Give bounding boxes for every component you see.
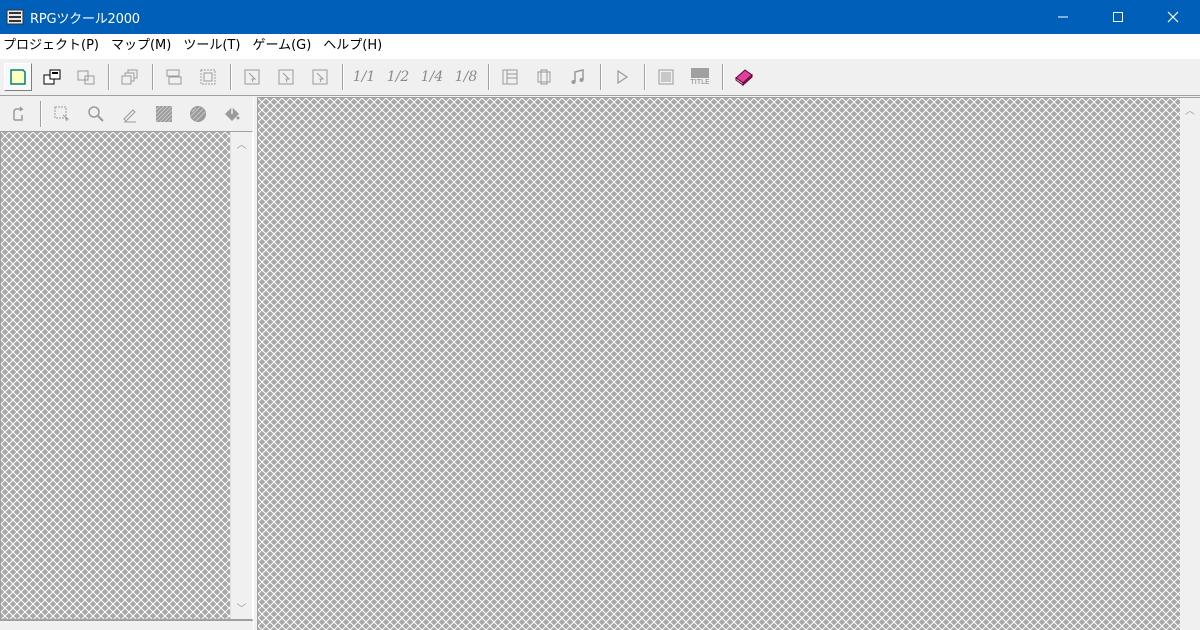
new-project-button[interactable]: [4, 63, 32, 91]
menu-project[interactable]: プロジェクト(P): [0, 34, 107, 58]
new-document-icon: [10, 69, 26, 85]
empty-map-pattern: [258, 98, 1180, 630]
open-project-icon: [43, 69, 61, 85]
menu-game[interactable]: ゲーム(G): [248, 34, 319, 58]
undo-icon: [12, 106, 24, 121]
zoom-tool-button[interactable]: [82, 100, 109, 128]
upper-layer-icon: [200, 69, 216, 85]
database-icon: [502, 69, 518, 85]
toolbar-separator: [342, 64, 344, 90]
open-project-button[interactable]: [38, 63, 66, 91]
pencil-tool-button[interactable]: [116, 100, 143, 128]
test-play-button[interactable]: [608, 63, 636, 91]
scroll-up-icon[interactable]: ︿: [1185, 102, 1195, 117]
zoom-1-4-button[interactable]: 1/4: [418, 63, 446, 91]
help-book-icon: [735, 69, 753, 87]
map-vertical-scrollbar[interactable]: ︿: [1180, 98, 1200, 630]
scroll-up-icon[interactable]: ︿: [237, 136, 247, 151]
toolbar-separator: [722, 64, 724, 90]
zoom-1-2-button[interactable]: 1/2: [384, 63, 412, 91]
empty-panel-pattern: [1, 132, 231, 619]
close-icon: [1167, 11, 1178, 23]
lower-layer-button[interactable]: [160, 63, 188, 91]
material-button[interactable]: [530, 63, 558, 91]
lower-layer-icon: [166, 69, 182, 85]
rectangle-fill-icon: [155, 105, 173, 123]
title-screen-label: TITLE: [690, 78, 710, 86]
material-icon: [537, 69, 551, 85]
selection-icon: [54, 106, 70, 122]
app-castle-icon: [6, 9, 24, 25]
drawing-tools: [0, 97, 253, 131]
event-layer-button[interactable]: [238, 63, 266, 91]
maximize-button[interactable]: [1090, 0, 1145, 34]
map-editor-area[interactable]: ︿: [258, 97, 1200, 630]
toolbar-separator: [108, 64, 110, 90]
map-layer-button[interactable]: [306, 63, 334, 91]
zoom-1-1-button[interactable]: 1/1: [350, 63, 378, 91]
toolbar-separator: [600, 64, 602, 90]
window-title: RPGツクール2000: [30, 11, 140, 27]
pencil-icon: [123, 109, 136, 123]
title-screen-button[interactable]: TITLE: [686, 63, 714, 91]
title-bar: RPGツクール2000: [0, 0, 1200, 34]
scroll-down-icon[interactable]: ﹀: [237, 600, 247, 615]
close-project-icon: [77, 70, 95, 85]
music-button[interactable]: [564, 63, 592, 91]
play-icon: [617, 69, 629, 85]
menu-tools[interactable]: ツール(T): [179, 34, 248, 58]
toolbar-separator: [230, 64, 232, 90]
circle-tool-button[interactable]: [185, 100, 212, 128]
title-screen-icon: TITLE: [690, 68, 710, 86]
select-layer-button[interactable]: [272, 63, 300, 91]
zoom-1-8-button[interactable]: 1/8: [452, 63, 480, 91]
fullscreen-icon: [658, 69, 674, 85]
magnifier-icon: [88, 106, 104, 122]
circle-fill-icon: [190, 106, 207, 122]
backup-icon: [121, 69, 138, 85]
menu-bar: プロジェクト(P) マップ(M) ツール(T) ゲーム(G) ヘルプ(H): [0, 34, 1200, 58]
fill-tool-button[interactable]: [219, 100, 246, 128]
select-layer-icon: [278, 69, 294, 85]
event-layer-icon: [244, 69, 260, 85]
minimize-button[interactable]: [1035, 0, 1090, 34]
menu-help[interactable]: ヘルプ(H): [319, 34, 390, 58]
main-toolbar: 1/1 1/2 1/4 1/8 TITLE: [0, 58, 1200, 96]
database-button[interactable]: [496, 63, 524, 91]
undo-button[interactable]: [4, 100, 31, 128]
tools-separator: [40, 101, 43, 127]
rectangle-tool-button[interactable]: [151, 100, 178, 128]
music-note-icon: [571, 69, 584, 84]
paint-bucket-icon: [225, 107, 240, 121]
menu-map[interactable]: マップ(M): [107, 34, 179, 58]
close-project-button[interactable]: [72, 63, 100, 91]
select-tool-button[interactable]: [48, 100, 75, 128]
fullscreen-button[interactable]: [652, 63, 680, 91]
help-button[interactable]: [730, 63, 758, 91]
minimize-icon: [1057, 16, 1068, 18]
toolbar-separator: [488, 64, 490, 90]
tree-vertical-scrollbar[interactable]: ︿ ﹀: [230, 132, 252, 619]
backup-button[interactable]: [116, 63, 144, 91]
maximize-icon: [1112, 12, 1123, 22]
tree-horizontal-scrollbar[interactable]: [0, 620, 253, 630]
upper-layer-button[interactable]: [194, 63, 222, 91]
toolbar-separator: [644, 64, 646, 90]
toolbar-separator: [152, 64, 154, 90]
close-button[interactable]: [1145, 0, 1200, 34]
map-tree-panel[interactable]: ︿ ﹀: [0, 131, 253, 620]
map-layer-icon: [312, 69, 328, 85]
